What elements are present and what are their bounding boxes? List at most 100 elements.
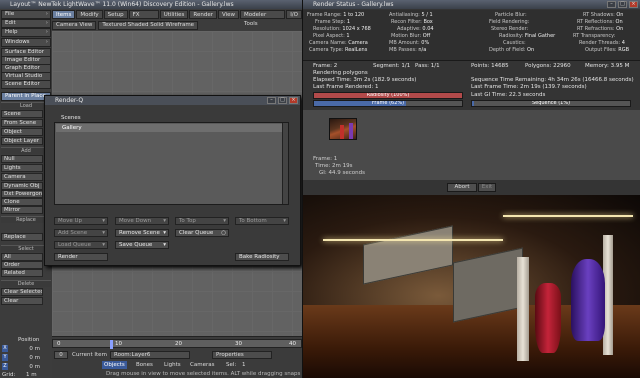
- load-from-scene-button[interactable]: From Scene: [1, 119, 43, 127]
- stat-render-threads: Render Threads: 4: [579, 40, 625, 46]
- move-up-dropdown[interactable]: Move Up ▾: [54, 217, 108, 225]
- progress-seq-remaining: Sequence Time Remaining: 4h 34m 26s (164…: [471, 77, 634, 83]
- lights-mode-button[interactable]: Lights: [164, 362, 181, 368]
- menu-help[interactable]: Help ›: [1, 28, 51, 37]
- add-lights-button[interactable]: Lights: [1, 164, 43, 172]
- progress-last-frame-time: Last Frame Time: 2m 19s (139.7 seconds): [471, 84, 587, 90]
- timeline-playhead[interactable]: [110, 340, 113, 349]
- tab-view[interactable]: View: [217, 10, 240, 19]
- scene-editor-button[interactable]: Scene Editor: [1, 80, 51, 89]
- stat-rt-transparency: RT Transparency:: [573, 33, 616, 39]
- load-queue-label: Load Queue: [58, 242, 92, 248]
- clear-queue-button[interactable]: Clear Queue ○: [175, 229, 229, 237]
- render-mode-dropdown[interactable]: Textured Shaded Solid Wireframe: [98, 21, 199, 30]
- menu-edit[interactable]: Edit ›: [1, 19, 51, 28]
- tab-io[interactable]: I/O: [286, 10, 302, 19]
- tab-modify[interactable]: Modify: [76, 10, 103, 19]
- stat-field-rendering: Field Rendering:: [489, 19, 530, 25]
- timeline-slider[interactable]: 0 10 20 30 40: [52, 339, 302, 349]
- thumb-purple-sculpture: [349, 123, 353, 139]
- z-value: 0 m: [29, 364, 40, 370]
- select-order-button[interactable]: Order: [1, 261, 43, 269]
- minimize-button[interactable]: –: [607, 1, 616, 8]
- tab-setup[interactable]: Setup: [103, 10, 128, 19]
- x-coordinate-field[interactable]: X 0 m: [0, 345, 50, 353]
- bones-mode-button[interactable]: Bones: [136, 362, 153, 368]
- load-scene-button[interactable]: Scene: [1, 110, 43, 118]
- scenes-list-header: Scenes: [61, 115, 81, 121]
- tab-utilities[interactable]: Utilities: [159, 10, 189, 19]
- viewport-header: Camera View Textured Shaded Solid Wirefr…: [52, 21, 199, 30]
- render-queue-titlebar[interactable]: Render-Q – □ ×: [45, 96, 300, 105]
- render-button[interactable]: Render: [54, 253, 108, 261]
- z-axis-badge: Z: [2, 363, 8, 370]
- load-object-layer-button[interactable]: Object Layer: [1, 137, 43, 145]
- render-queue-title: Render-Q: [55, 97, 84, 104]
- exit-button[interactable]: Exit: [478, 183, 496, 192]
- list-item[interactable]: Gallery: [56, 124, 287, 132]
- y-axis-badge: Y: [2, 354, 8, 361]
- remove-scene-dropdown[interactable]: Remove Scene ▾: [115, 229, 169, 237]
- y-coordinate-field[interactable]: Y 0 m: [0, 354, 50, 362]
- tab-items[interactable]: Items: [52, 10, 76, 19]
- progress-pass: Pass: 1/1: [415, 63, 440, 69]
- load-queue-dropdown[interactable]: Load Queue ▾: [54, 241, 108, 249]
- x-value: 0 m: [29, 346, 40, 352]
- cameras-mode-button[interactable]: Cameras: [190, 362, 214, 368]
- frame-thumbnail[interactable]: [329, 118, 357, 140]
- select-related-button[interactable]: Related: [1, 269, 43, 277]
- properties-button[interactable]: Properties: [212, 351, 272, 359]
- load-object-button[interactable]: Object: [1, 128, 43, 136]
- add-scene-dropdown[interactable]: Add Scene ▾: [54, 229, 108, 237]
- tab-fx-tools[interactable]: FX Tools: [128, 10, 159, 27]
- chevron-down-icon: ▾: [163, 242, 166, 248]
- scenes-list-scrollbar[interactable]: [282, 123, 288, 204]
- bake-radiosity-button[interactable]: Bake Radiosity: [235, 253, 289, 261]
- timeline-tick: 0: [57, 341, 61, 347]
- clear-button[interactable]: Clear: [1, 297, 43, 305]
- clear-selected-button[interactable]: Clear Selected: [1, 288, 43, 296]
- grid-label: Grid:: [2, 372, 16, 378]
- stat-depth-of-field: Depth of Field: On: [489, 47, 535, 53]
- frame-progress-bar: Frame (62%): [313, 100, 463, 107]
- progress-last-gi: Last GI Time: 22.3 seconds: [471, 92, 546, 98]
- close-button[interactable]: ×: [289, 97, 298, 104]
- radiosity-progress-label: Radiosity (100%): [366, 92, 410, 98]
- select-all-button[interactable]: All: [1, 253, 43, 261]
- menu-windows[interactable]: Windows ›: [1, 38, 51, 47]
- scenes-list[interactable]: Gallery: [54, 122, 289, 205]
- add-clone-button[interactable]: Clone: [1, 198, 43, 206]
- thumb-gi: GI: 44.9 seconds: [319, 170, 365, 176]
- add-dxt-powergons-button[interactable]: Dxt Powergons: [1, 190, 43, 198]
- maximize-button[interactable]: □: [278, 97, 287, 104]
- close-button[interactable]: ×: [629, 1, 638, 8]
- save-queue-dropdown[interactable]: Save Queue ▾: [115, 241, 169, 249]
- maximize-button[interactable]: □: [618, 1, 627, 8]
- objects-mode-button[interactable]: Objects: [102, 361, 127, 369]
- minimize-button[interactable]: –: [267, 97, 276, 104]
- abort-button[interactable]: Abort: [447, 183, 477, 192]
- frame-field[interactable]: 0: [54, 351, 68, 359]
- render-preview-image: [303, 195, 640, 378]
- to-top-dropdown[interactable]: To Top ▾: [175, 217, 229, 225]
- menu-file[interactable]: File ›: [1, 10, 51, 19]
- add-null-button[interactable]: Null: [1, 155, 43, 163]
- z-coordinate-field[interactable]: Z 0 m: [0, 363, 50, 371]
- add-dynamic-obj-button[interactable]: Dynamic Obj: [1, 182, 43, 190]
- add-mirror-button[interactable]: Mirror: [1, 206, 43, 214]
- current-item-dropdown[interactable]: Room:Layer6: [110, 351, 190, 359]
- render-status-titlebar[interactable]: Render Status - Gallery.lws – □ ×: [303, 0, 640, 9]
- tab-render[interactable]: Render: [189, 10, 217, 19]
- stat-motion-blur: Motion Blur: Off: [391, 33, 431, 39]
- status-hint: Drag mouse in view to move selected item…: [106, 371, 319, 377]
- move-down-dropdown[interactable]: Move Down ▾: [115, 217, 169, 225]
- radiosity-progress-bar: Radiosity (100%): [313, 92, 463, 99]
- tab-modeler-tools[interactable]: Modeler Tools: [240, 10, 286, 27]
- replace-button[interactable]: Replace: [1, 233, 43, 241]
- render-light-strip: [503, 215, 633, 217]
- layout-titlebar[interactable]: Layout™ NewTek LightWave™ 11.0 (Win64) D…: [0, 0, 302, 9]
- to-bottom-dropdown[interactable]: To Bottom ▾: [235, 217, 289, 225]
- stat-rt-refractions: RT Refractions: On: [577, 26, 624, 32]
- view-type-dropdown[interactable]: Camera View: [52, 21, 97, 30]
- add-camera-button[interactable]: Camera: [1, 173, 43, 181]
